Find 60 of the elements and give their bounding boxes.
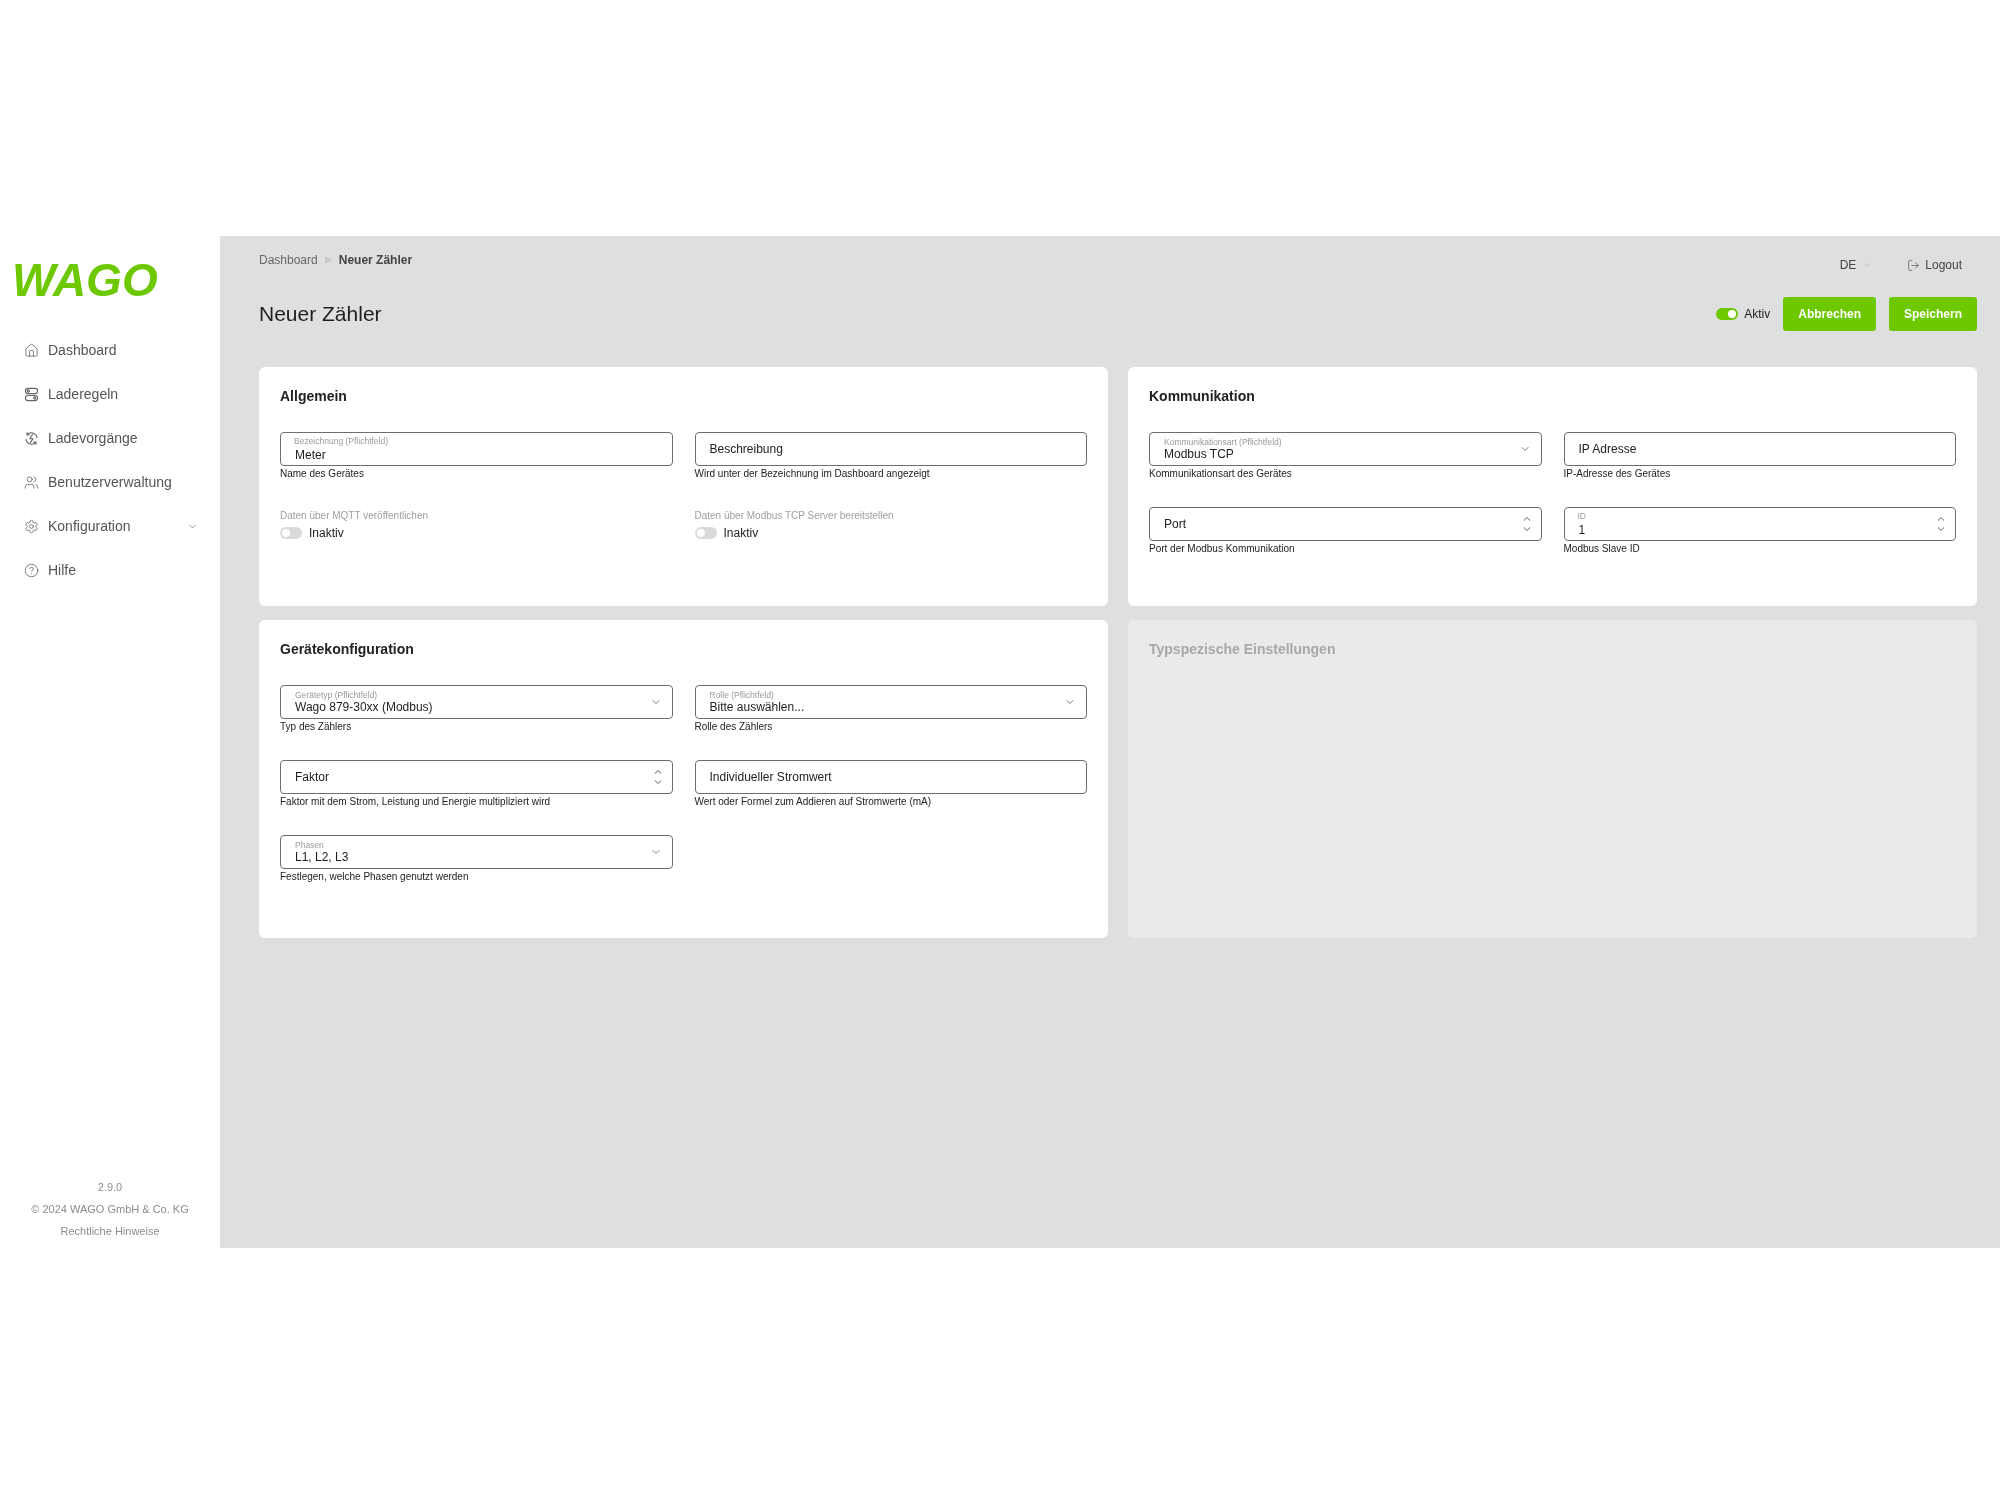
floating-label: Phasen <box>295 840 324 850</box>
floating-label: Bezeichnung (Pflichtfeld) <box>294 436 389 446</box>
charging-cycle-icon <box>24 430 39 446</box>
home-icon <box>24 342 39 358</box>
helper-text: Typ des Zählers <box>280 721 352 733</box>
helper-text: IP-Adresse des Gerätes <box>1563 468 1671 480</box>
toggle-label: Inaktiv <box>309 526 344 540</box>
number-field[interactable]: Faktor <box>280 760 673 794</box>
card-title: Typspezische Einstellungen <box>1149 640 1336 658</box>
help-icon <box>24 562 39 578</box>
select-field[interactable]: Gerätetyp (Pflichtfeld) Wago 879-30xx (Modbus) <box>280 685 673 719</box>
users-icon <box>24 474 39 490</box>
version-text: 2.9.0 <box>97 1180 123 1195</box>
page-title: Neuer Zähler <box>259 302 382 326</box>
select-field[interactable]: Rolle (Pflichtfeld) Bitte auswählen... <box>694 685 1087 719</box>
helper-text: Wert oder Formel zum Addieren auf Stromwerte (mA) <box>694 796 932 808</box>
card-title: Kommunikation <box>1149 387 1255 405</box>
input-field[interactable]: IP Adresse <box>1563 432 1956 466</box>
helper-text: Port der Modbus Kommunikation <box>1149 543 1295 555</box>
nav-item[interactable]: Hilfe <box>24 552 198 588</box>
nav-item[interactable]: Dashboard <box>24 332 198 368</box>
field-label: Daten über Modbus TCP Server bereitstellen <box>694 509 894 523</box>
nav-item[interactable]: Benutzerverwaltung <box>24 464 198 500</box>
toggle-switch[interactable] <box>280 527 302 539</box>
logout-button[interactable]: Logout <box>1907 258 1962 272</box>
card-title: Allgemein <box>280 387 347 405</box>
helper-text: Kommunikationsart des Gerätes <box>1149 468 1292 480</box>
helper-text: Wird unter der Bezeichnung im Dashboard angezeigt <box>694 468 930 480</box>
floating-label: Rolle (Pflichtfeld) <box>709 690 774 700</box>
number-field[interactable]: Port <box>1149 507 1542 541</box>
helper-text: Rolle des Zählers <box>694 721 773 733</box>
toggle-label: Aktiv <box>1744 307 1771 321</box>
breadcrumb-link[interactable]: Dashboard <box>259 253 318 267</box>
floating-label: Kommunikationsart (Pflichtfeld) <box>1164 437 1282 447</box>
nav-item[interactable]: Laderegeln <box>24 376 198 412</box>
language-selector[interactable]: DE <box>1839 258 1874 272</box>
select-field[interactable]: Kommunikationsart (Pflichtfeld) Modbus TCP <box>1149 432 1542 466</box>
stacked-toggles-icon <box>24 386 39 402</box>
legal-link[interactable]: Rechtliche Hinweise <box>60 1220 160 1242</box>
logout-icon <box>1907 258 1921 272</box>
copyright-text: © 2024 WAGO GmbH & Co. KG <box>31 1202 189 1217</box>
helper-text: Faktor mit dem Strom, Leistung und Energie multipliziert wird <box>280 796 551 808</box>
breadcrumb-arrow-icon <box>324 256 332 264</box>
toggle-label: Inaktiv <box>723 526 759 540</box>
card-title: Gerätekonfiguration <box>280 640 414 658</box>
select-field[interactable]: Phasen L1, L2, L3 <box>280 835 673 869</box>
helper-text: Name des Gerätes <box>280 468 364 480</box>
floating-label: ID <box>1577 511 1586 521</box>
input-field[interactable]: Beschreibung <box>694 432 1087 466</box>
floating-label: Gerätetyp (Pflichtfeld) <box>295 690 378 700</box>
helper-text: Festlegen, welche Phasen genutzt werden <box>280 871 469 883</box>
toggle-switch[interactable] <box>694 527 717 539</box>
breadcrumb-link[interactable]: Neuer Zähler <box>338 253 413 267</box>
nav-item[interactable]: Ladevorgänge <box>24 420 198 456</box>
toggle-switch[interactable] <box>1716 308 1739 320</box>
nav-item[interactable]: Konfiguration <box>24 508 198 544</box>
field-label: Daten über MQTT veröffentlichen <box>280 509 429 523</box>
input-field[interactable]: Individueller Stromwert <box>694 760 1087 794</box>
settings-icon <box>24 518 39 534</box>
helper-text: Modbus Slave ID <box>1563 543 1640 555</box>
